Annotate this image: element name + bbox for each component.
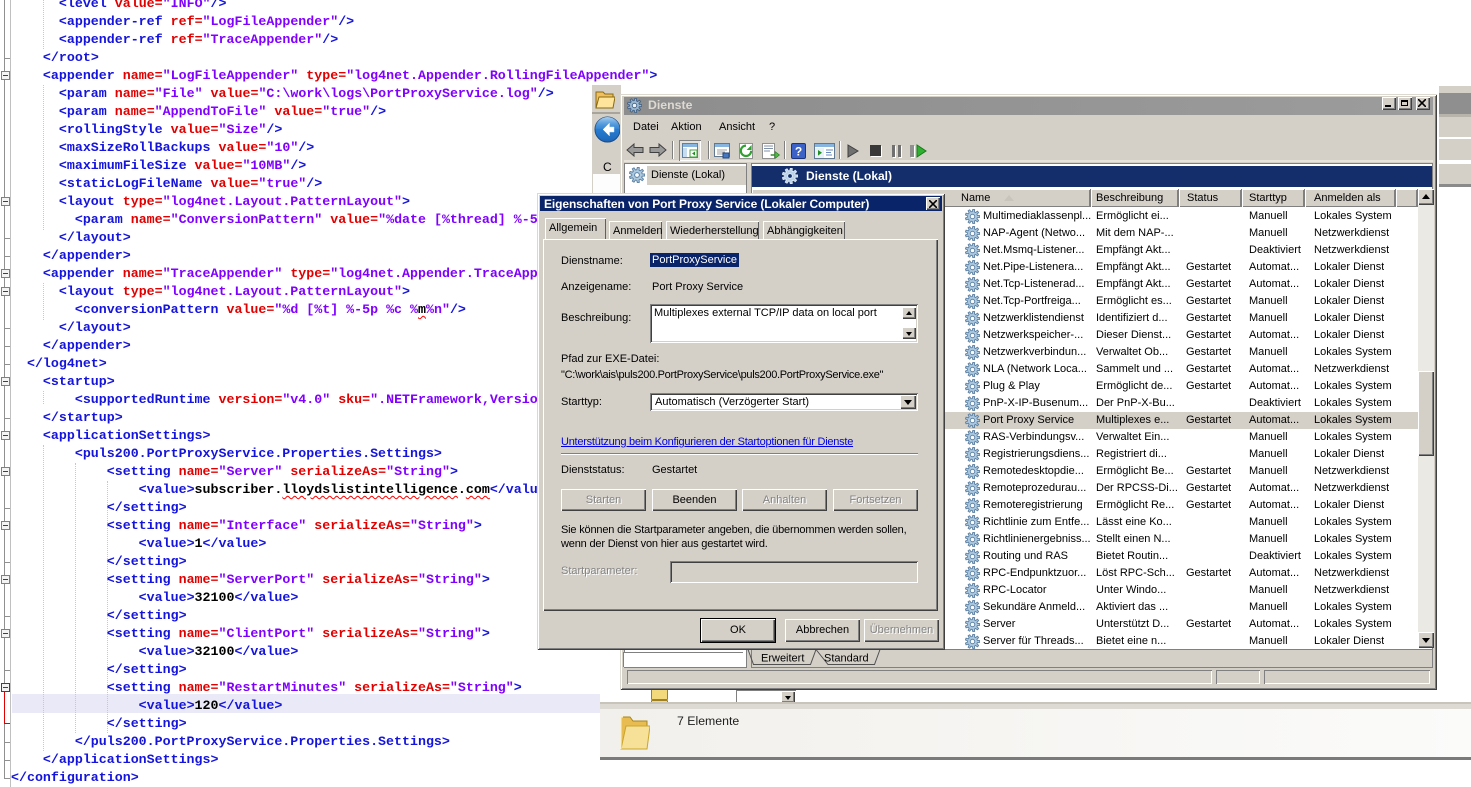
svg-text:?: ? [795,145,802,159]
svg-text:Standard: Standard [824,653,869,665]
svg-text:Erweitert: Erweitert [761,653,804,665]
